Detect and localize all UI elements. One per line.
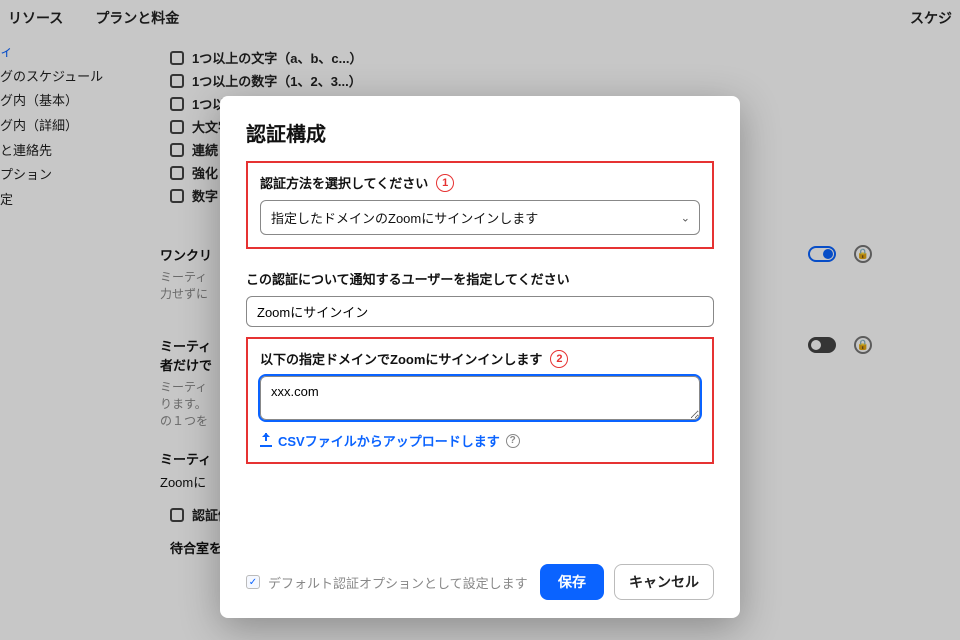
cancel-button[interactable]: キャンセル (614, 564, 714, 600)
auth-method-label: 認証方法を選択してください (260, 173, 428, 192)
default-auth-checkbox[interactable]: ✓ (246, 575, 260, 589)
auth-config-modal: 認証構成 認証方法を選択してください 1 指定したドメインのZoomにサインイン… (220, 96, 740, 618)
default-auth-label: デフォルト認証オプションとして設定します (268, 573, 528, 592)
notify-user-label: この認証について通知するユーザーを指定してください (246, 269, 570, 288)
modal-title: 認証構成 (246, 118, 714, 147)
annotation-badge-1: 1 (436, 174, 454, 192)
auth-method-value: 指定したドメインのZoomにサインインします (271, 211, 538, 226)
annotation-box-1: 認証方法を選択してください 1 指定したドメインのZoomにサインインします ⌄ (246, 161, 714, 249)
upload-icon (260, 435, 272, 447)
csv-upload-label: CSVファイルからアップロードします (278, 431, 500, 450)
notify-user-input[interactable] (246, 296, 714, 327)
csv-upload-link[interactable]: CSVファイルからアップロードします ? (260, 431, 520, 450)
domain-signin-label: 以下の指定ドメインでZoomにサインインします (260, 349, 542, 368)
annotation-box-2: 以下の指定ドメインでZoomにサインインします 2 CSVファイルからアップロー… (246, 337, 714, 464)
auth-method-select[interactable]: 指定したドメインのZoomにサインインします (260, 200, 700, 235)
save-button[interactable]: 保存 (540, 564, 604, 600)
modal-footer: ✓ デフォルト認証オプションとして設定します 保存 キャンセル (246, 564, 714, 600)
annotation-badge-2: 2 (550, 350, 568, 368)
domain-textarea[interactable] (260, 376, 700, 420)
help-icon[interactable]: ? (506, 434, 520, 448)
